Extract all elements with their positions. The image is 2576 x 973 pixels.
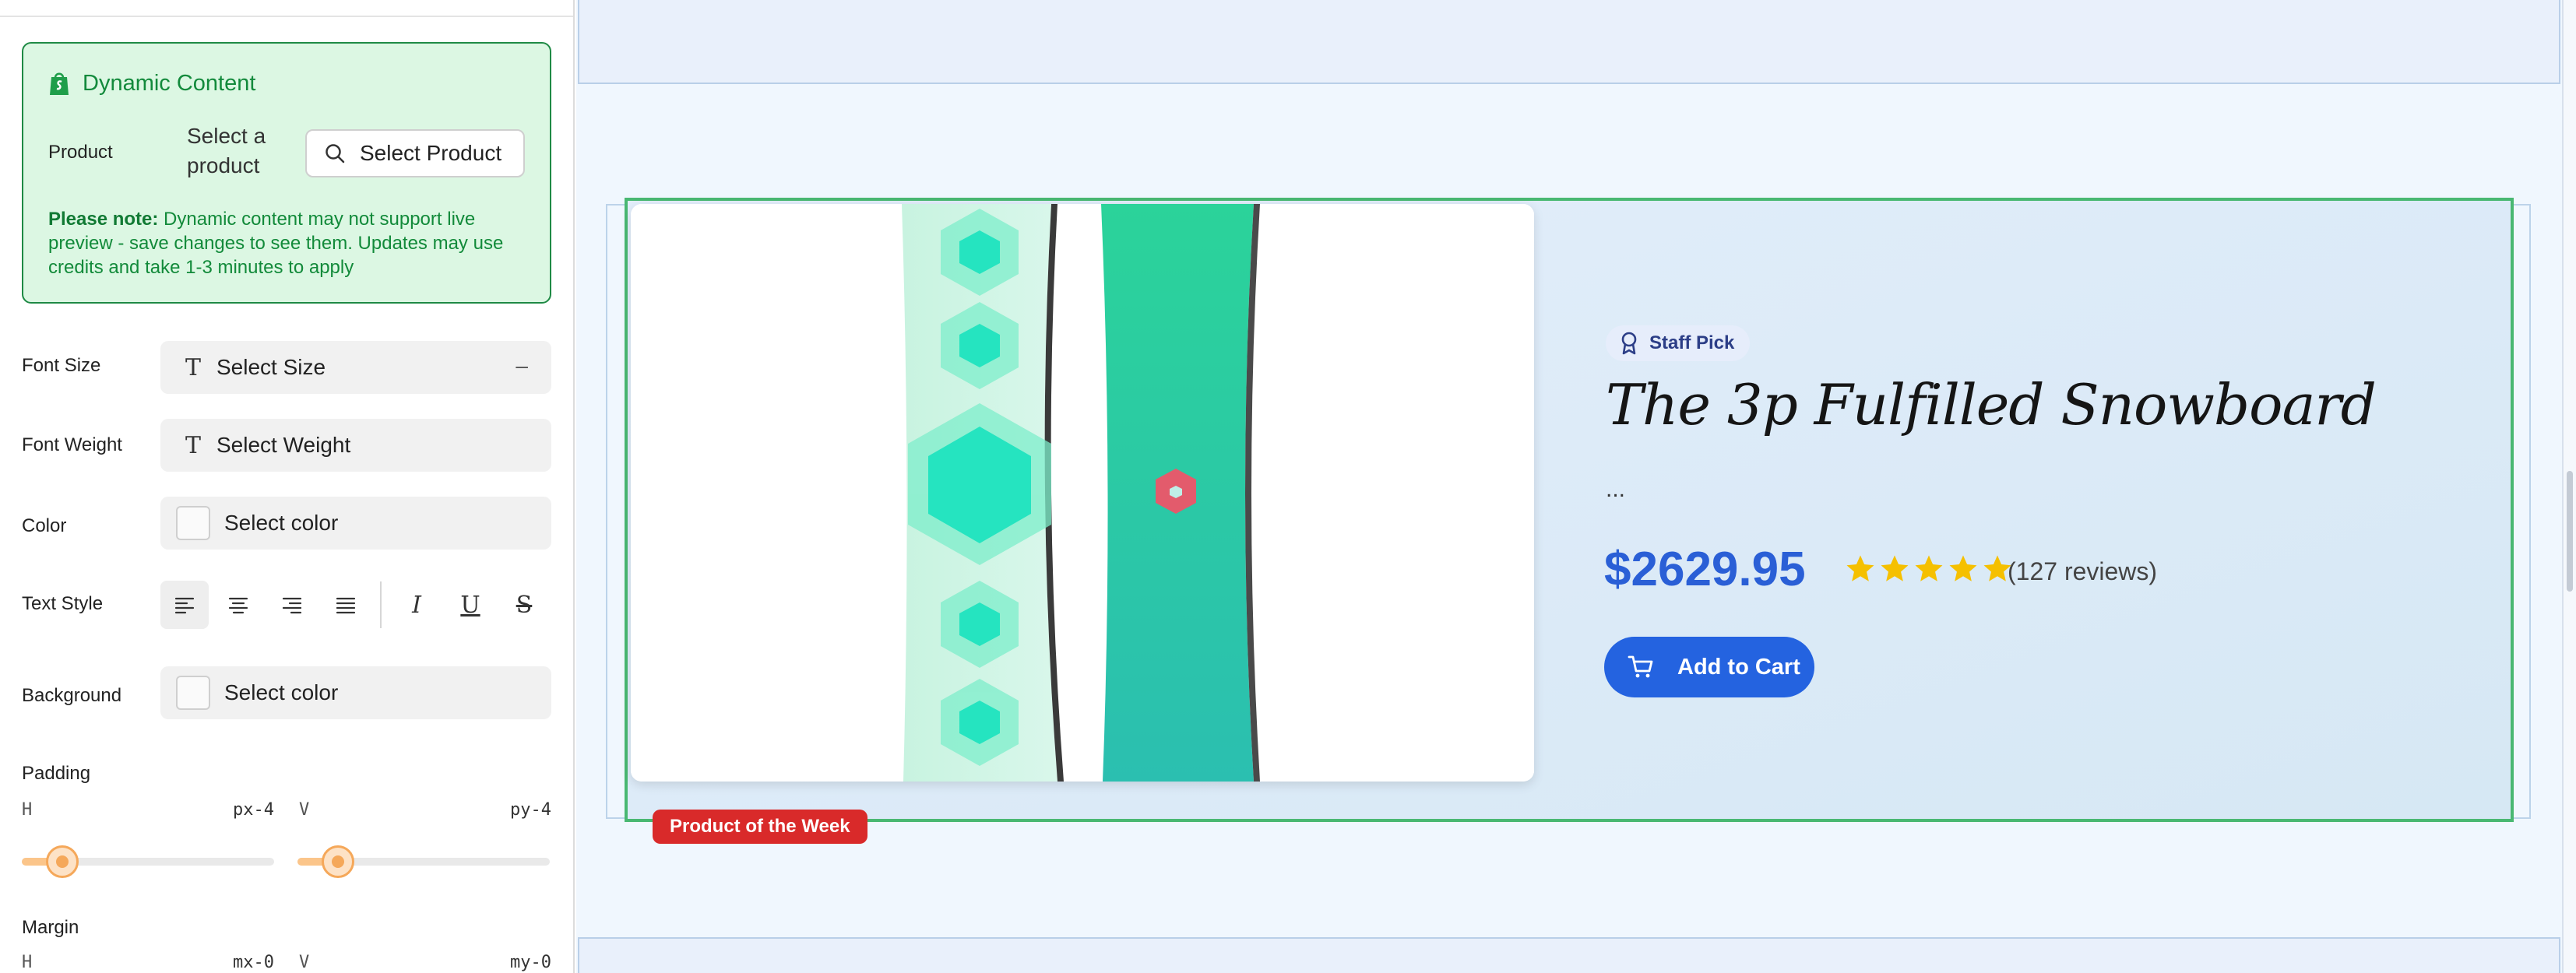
color-placeholder: Select color (224, 511, 339, 535)
padding-v-label: V (299, 800, 310, 820)
review-count[interactable]: (127 reviews) (2008, 557, 2157, 586)
product-label: Product (48, 142, 113, 163)
staff-pick-badge: Staff Pick (1606, 325, 1751, 361)
text-style-toolbar: I U S (160, 579, 554, 631)
star-icon (1915, 555, 1943, 581)
snowboard-image (631, 204, 1534, 782)
dynamic-content-box: Dynamic Content Product Select a product… (22, 42, 551, 304)
dynamic-content-title: Dynamic Content (83, 70, 256, 96)
product-value: Select a product (187, 124, 266, 177)
preview-canvas: Staff Pick The 3p Fulfilled Snowboard ..… (576, 0, 2576, 973)
product-of-the-week-ribbon: Product of the Week (653, 810, 867, 844)
add-to-cart-button[interactable]: Add to Cart (1604, 637, 1814, 697)
margin-v-label: V (299, 953, 310, 972)
font-size-placeholder: Select Size (216, 355, 326, 379)
product-description: ... (1606, 476, 1626, 502)
color-picker[interactable]: Select color (160, 497, 551, 550)
align-center-icon (228, 597, 248, 614)
dynamic-content-header: Dynamic Content (47, 70, 255, 97)
margin-h-label: H (22, 953, 33, 972)
align-right-button[interactable] (268, 581, 316, 629)
italic-icon: I (412, 591, 421, 619)
star-icon (1846, 555, 1874, 581)
color-label: Color (22, 515, 67, 536)
star-icon (1949, 555, 1977, 581)
font-weight-select[interactable]: T Select Weight (160, 419, 551, 472)
strikethrough-icon: S (516, 591, 533, 619)
font-size-select[interactable]: T Select Size – (160, 341, 551, 394)
panel-divider (0, 16, 573, 17)
align-left-icon (174, 597, 195, 614)
font-size-clear-button[interactable]: – (516, 353, 528, 378)
product-title: The 3p Fulfilled Snowboard (1606, 372, 2377, 437)
product-of-the-week-label: Product of the Week (670, 816, 850, 837)
text-weight-icon: T (185, 431, 201, 459)
note-bold: Please note: (48, 209, 159, 230)
dynamic-content-note: Please note: Dynamic content may not sup… (48, 207, 531, 279)
padding-h-slider[interactable] (22, 845, 274, 878)
toolbar-divider (380, 581, 382, 628)
star-icon (1881, 555, 1909, 581)
select-product-label: Select Product (360, 141, 502, 165)
select-product-button[interactable]: Select Product (305, 129, 525, 177)
margin-v-value: my-0 (510, 953, 551, 972)
product-image[interactable] (631, 204, 1534, 782)
font-weight-label: Font Weight (22, 434, 122, 455)
font-weight-placeholder: Select Weight (216, 433, 351, 457)
align-justify-button[interactable] (322, 581, 370, 629)
add-to-cart-label: Add to Cart (1677, 654, 1800, 680)
text-style-label: Text Style (22, 593, 104, 614)
text-size-icon: T (185, 353, 201, 381)
staff-pick-label: Staff Pick (1649, 332, 1735, 353)
color-swatch[interactable] (176, 506, 210, 540)
margin-label: Margin (22, 917, 79, 938)
search-icon (326, 144, 345, 163)
margin-h-value: mx-0 (233, 953, 274, 972)
background-swatch[interactable] (176, 676, 210, 710)
background-label: Background (22, 685, 122, 706)
previous-section[interactable] (578, 0, 2560, 84)
next-section[interactable] (578, 937, 2560, 973)
italic-button[interactable]: I (392, 581, 441, 629)
padding-h-value: px-4 (233, 800, 274, 820)
padding-v-value: py-4 (510, 800, 551, 820)
award-icon (1621, 332, 1637, 355)
font-size-label: Font Size (22, 355, 101, 376)
underline-button[interactable]: U (446, 581, 494, 629)
strikethrough-button[interactable]: S (500, 581, 548, 629)
align-center-button[interactable] (214, 581, 262, 629)
align-justify-icon (336, 597, 356, 614)
product-price: $2629.95 (1604, 543, 1806, 596)
background-placeholder: Select color (224, 680, 339, 704)
padding-h-label: H (22, 800, 33, 820)
shopify-bag-icon (50, 72, 69, 95)
cart-icon (1628, 655, 1653, 678)
settings-panel: Dynamic Content Product Select a product… (0, 0, 575, 973)
padding-label: Padding (22, 763, 91, 784)
rating-stars (1844, 553, 2014, 585)
align-right-icon (282, 597, 302, 614)
padding-v-slider-handle[interactable] (322, 845, 354, 878)
align-left-button[interactable] (160, 581, 209, 629)
scrollbar-thumb[interactable] (2567, 471, 2573, 592)
padding-h-slider-handle[interactable] (46, 845, 79, 878)
underline-icon: U (460, 591, 480, 619)
padding-v-slider[interactable] (297, 845, 550, 878)
background-color-picker[interactable]: Select color (160, 666, 551, 719)
